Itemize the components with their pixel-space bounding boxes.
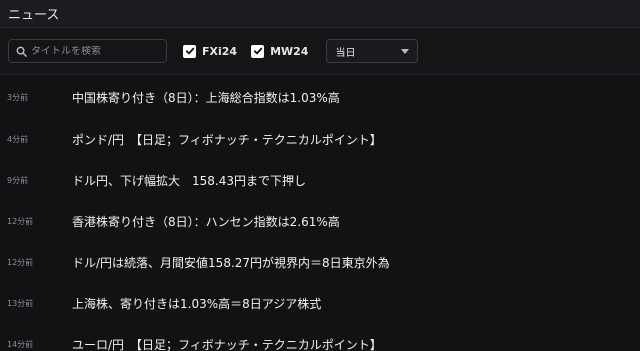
page-title: ニュース — [8, 8, 60, 23]
news-time: 4分前 — [7, 135, 29, 144]
news-item[interactable]: 9分前 ドル円、下げ幅拡大 158.43円まで下押し — [0, 160, 640, 201]
news-headline[interactable]: ドル/円は続落、月間安値158.27円が視界内＝8日東京外為 — [72, 254, 390, 271]
fxi24-label: FXi24 — [202, 44, 238, 58]
news-time: 12分前 — [7, 217, 34, 226]
checkmark-icon[interactable] — [251, 44, 265, 58]
filter-bar: FXi24 MW24 当日 — [0, 28, 640, 75]
search-icon — [15, 45, 27, 57]
search-box[interactable] — [8, 39, 167, 63]
search-input[interactable] — [31, 45, 161, 57]
news-window: ニュース FXi24 — [0, 0, 640, 351]
checkmark-icon[interactable] — [183, 44, 196, 58]
news-time: 3分前 — [7, 92, 29, 102]
mw24-label: MW24 — [270, 44, 309, 58]
news-item[interactable]: 12分前 香港株寄り付き（8日）：ハンセン指数は2.61%高 — [0, 201, 640, 242]
news-item[interactable]: 3分前 中国株寄り付き（8日）：上海総合指数は1.03%高 — [0, 75, 640, 119]
period-select-value: 当日 — [335, 47, 356, 59]
news-headline[interactable]: 香港株寄り付き（8日）：ハンセン指数は2.61%高 — [72, 213, 340, 230]
news-headline[interactable]: ポンド/円 【日足；フィボナッチ・テクニカルポイント】 — [72, 131, 382, 148]
period-select[interactable]: 当日 — [326, 39, 419, 63]
mw24-checkbox[interactable]: MW24 — [251, 44, 309, 58]
chevron-down-icon — [401, 48, 410, 54]
news-headline[interactable]: 上海株、寄り付きは1.03%高＝8日アジア株式 — [72, 295, 321, 312]
news-item[interactable]: 14分前 ユーロ/円 【日足；フィボナッチ・テクニカルポイント】 — [0, 324, 640, 351]
news-time: 13分前 — [7, 299, 34, 308]
title-bar: ニュース — [0, 0, 640, 28]
news-headline[interactable]: ドル円、下げ幅拡大 158.43円まで下押し — [72, 172, 306, 189]
news-headline[interactable]: 中国株寄り付き（8日）：上海総合指数は1.03%高 — [72, 89, 340, 106]
news-time: 9分前 — [7, 176, 29, 185]
news-time: 12分前 — [7, 258, 34, 267]
news-headline[interactable]: ユーロ/円 【日足；フィボナッチ・テクニカルポイント】 — [72, 336, 382, 351]
news-item[interactable]: 13分前 上海株、寄り付きは1.03%高＝8日アジア株式 — [0, 283, 640, 324]
news-item[interactable]: 4分前 ポンド/円 【日足；フィボナッチ・テクニカルポイント】 — [0, 119, 640, 160]
fxi24-checkbox[interactable]: FXi24 — [183, 44, 238, 58]
news-list: 3分前 中国株寄り付き（8日）：上海総合指数は1.03%高 4分前 ポンド/円 … — [0, 75, 640, 351]
news-item[interactable]: 12分前 ドル/円は続落、月間安値158.27円が視界内＝8日東京外為 — [0, 242, 640, 283]
news-time: 14分前 — [7, 340, 34, 349]
